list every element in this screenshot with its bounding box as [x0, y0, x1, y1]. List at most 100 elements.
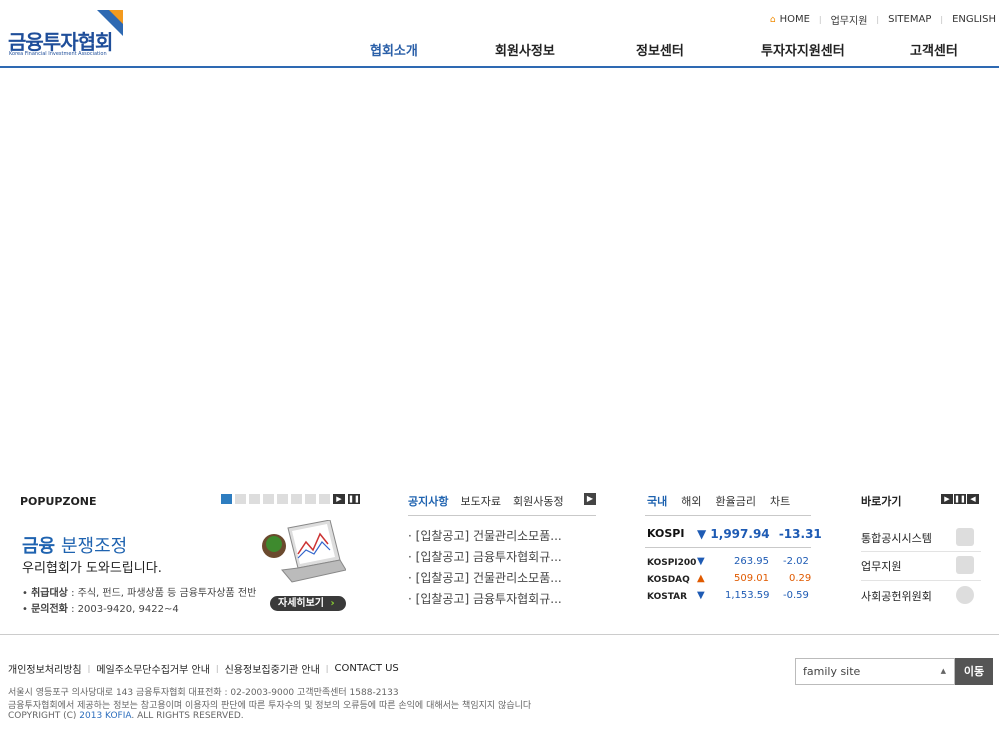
tab-member-news[interactable]: 회원사동정 — [513, 493, 564, 509]
kospi-change: -13.31 — [778, 527, 822, 541]
footer-link-contact[interactable]: CONTACT US — [335, 663, 399, 674]
popup-pager: ▶ ❚❚ — [221, 494, 360, 504]
notice-item: [입찰공고] 금융투자협회규... — [415, 550, 562, 564]
popup-dot[interactable] — [277, 494, 288, 504]
nav-investor-center[interactable]: 투자자지원센터 — [761, 40, 845, 59]
list-item[interactable]: · [입찰공고] 건물관리소모품... — [408, 568, 562, 589]
notice-tabs: 공지사항 보도자료 회원사동정 — [408, 493, 564, 509]
util-business[interactable]: 업무지원 — [831, 12, 868, 27]
popup-dot[interactable] — [249, 494, 260, 504]
popup-heading-b: 분쟁조정 — [61, 536, 128, 557]
footer-link-credit[interactable]: 신용정보집중기관 안내 — [225, 661, 320, 676]
list-item[interactable]: · [입찰공고] 건물관리소모품... — [408, 526, 562, 547]
kospi-value-row: ▼ 1,997.94 -13.31 — [697, 527, 822, 541]
market-row-value: 509.01 — [734, 573, 769, 584]
footer-address: 서울시 영등포구 의사당대로 143 금융투자협회 대표전화 : 02-2003… — [8, 688, 399, 698]
popup-dot[interactable] — [319, 494, 330, 504]
prev-icon[interactable]: ◀ — [967, 494, 979, 504]
market-row-name: KOSPI200 — [647, 558, 697, 568]
divider: | — [876, 15, 880, 24]
document-icon — [956, 556, 974, 574]
notice-item: [입찰공고] 건물관리소모품... — [415, 529, 562, 543]
market-row-name: KOSDAQ — [647, 575, 690, 585]
popup-sub: 우리협회가 도와드립니다. — [22, 561, 162, 576]
triangle-up-icon: ▲ — [940, 667, 946, 675]
util-english[interactable]: ENGLISH — [952, 14, 996, 25]
quick-item-disclosure[interactable]: 통합공시시스템 — [861, 530, 932, 546]
tab-domestic[interactable]: 국내 — [647, 493, 667, 509]
quick-controls: ▶ ❚❚ ◀ — [941, 494, 979, 504]
popup-line2: • 문의전화 : 2003-9420, 9422~4 — [22, 604, 179, 615]
nav-about[interactable]: 협회소개 — [370, 40, 418, 59]
chevron-right-icon: › — [330, 598, 335, 609]
nav-customer-center[interactable]: 고객센터 — [910, 40, 958, 59]
notice-item: [입찰공고] 건물관리소모품... — [415, 571, 562, 585]
arrow-up-icon: ▲ — [697, 573, 705, 584]
popup-dot[interactable] — [305, 494, 316, 504]
tab-overseas[interactable]: 해외 — [681, 493, 701, 509]
popup-dot[interactable] — [221, 494, 232, 504]
nav-info-center[interactable]: 정보센터 — [636, 40, 684, 59]
quick-item-social[interactable]: 사회공헌위원회 — [861, 588, 932, 604]
pause-icon[interactable]: ❚❚ — [348, 494, 360, 504]
copyright-a: COPYRIGHT (C) — [8, 711, 77, 721]
list-item[interactable]: · [입찰공고] 금융투자협회규... — [408, 589, 562, 610]
market-row-change: 0.29 — [789, 573, 812, 584]
popup-line2-text: 2003-9420, 9422~4 — [77, 604, 179, 615]
notice-divider — [408, 515, 596, 516]
popup-line1-label: 취급대상 — [31, 588, 68, 599]
popup-heading-a: 금융 — [22, 536, 56, 557]
copyright-c: . ALL RIGHTS RESERVED. — [131, 711, 244, 721]
footer-copyright: COPYRIGHT (C) 2013 KOFIA. ALL RIGHTS RES… — [8, 711, 244, 721]
go-button[interactable]: 이동 — [955, 658, 993, 685]
tab-chart[interactable]: 차트 — [770, 493, 790, 509]
notice-more-icon[interactable]: ▶ — [584, 493, 596, 505]
nav-members[interactable]: 회원사정보 — [495, 40, 555, 59]
arrow-down-icon: ▼ — [697, 556, 705, 567]
popup-dot[interactable] — [291, 494, 302, 504]
notice-list: · [입찰공고] 건물관리소모품... · [입찰공고] 금융투자협회규... … — [408, 526, 562, 610]
footer-link-email[interactable]: 메일주소무단수집거부 안내 — [96, 661, 210, 676]
list-item[interactable]: · [입찰공고] 금융투자협회규... — [408, 547, 562, 568]
home-icon: ⌂ — [769, 14, 776, 25]
copyright-b: 2013 KOFIA — [79, 711, 132, 721]
market-row-value: 1,153.59 — [725, 590, 770, 601]
market-row-change: -2.02 — [783, 556, 809, 567]
tab-notice[interactable]: 공지사항 — [408, 493, 448, 509]
util-home[interactable]: HOME — [780, 14, 810, 25]
popup-line2-label: 문의전화 — [31, 604, 68, 615]
divider — [861, 551, 981, 552]
footer-links: 개인정보처리방침 | 메일주소무단수집거부 안내 | 신용정보집중기관 안내 |… — [8, 661, 399, 676]
divider — [861, 580, 981, 581]
popup-dot[interactable] — [235, 494, 246, 504]
divider: | — [215, 664, 219, 673]
footer-disclaimer: 금융투자협회에서 제공하는 정보는 참고용이며 이용자의 판단에 따른 투자수의… — [8, 701, 532, 711]
popup-more-label: 자세히보기 — [278, 598, 324, 609]
quick-item-business[interactable]: 업무지원 — [861, 558, 901, 574]
market-divider — [645, 515, 811, 516]
pause-icon[interactable]: ❚❚ — [954, 494, 966, 504]
market-row-change: -0.59 — [783, 590, 809, 601]
play-icon[interactable]: ▶ — [941, 494, 953, 504]
divider: | — [325, 664, 329, 673]
tab-press[interactable]: 보도자료 — [460, 493, 500, 509]
market-row-value: 263.95 — [734, 556, 769, 567]
disclosure-icon — [956, 528, 974, 546]
popup-dot[interactable] — [263, 494, 274, 504]
divider: | — [87, 664, 91, 673]
tab-exchange[interactable]: 환율금리 — [716, 493, 756, 509]
popup-line1-text: 주식, 펀드, 파생상품 등 금융투자상품 전반 — [77, 588, 257, 599]
divider: | — [940, 15, 944, 24]
play-icon[interactable]: ▶ — [333, 494, 345, 504]
footer-divider — [0, 634, 999, 635]
family-site-select[interactable]: family site ▲ — [795, 658, 955, 685]
kospi-label: KOSPI — [647, 527, 685, 540]
laptop-illustration-icon — [262, 520, 346, 583]
market-divider — [645, 547, 811, 548]
header: 금융투자협회 Korea Financial Investment Associ… — [0, 0, 999, 68]
popup-more-button[interactable]: 자세히보기 › — [270, 596, 346, 611]
main-nav: 협회소개 회원사정보 정보센터 투자자지원센터 고객센터 — [0, 40, 999, 59]
util-sitemap[interactable]: SITEMAP — [888, 14, 931, 25]
family-site-label: family site — [803, 665, 861, 678]
footer-link-privacy[interactable]: 개인정보처리방침 — [8, 661, 82, 676]
